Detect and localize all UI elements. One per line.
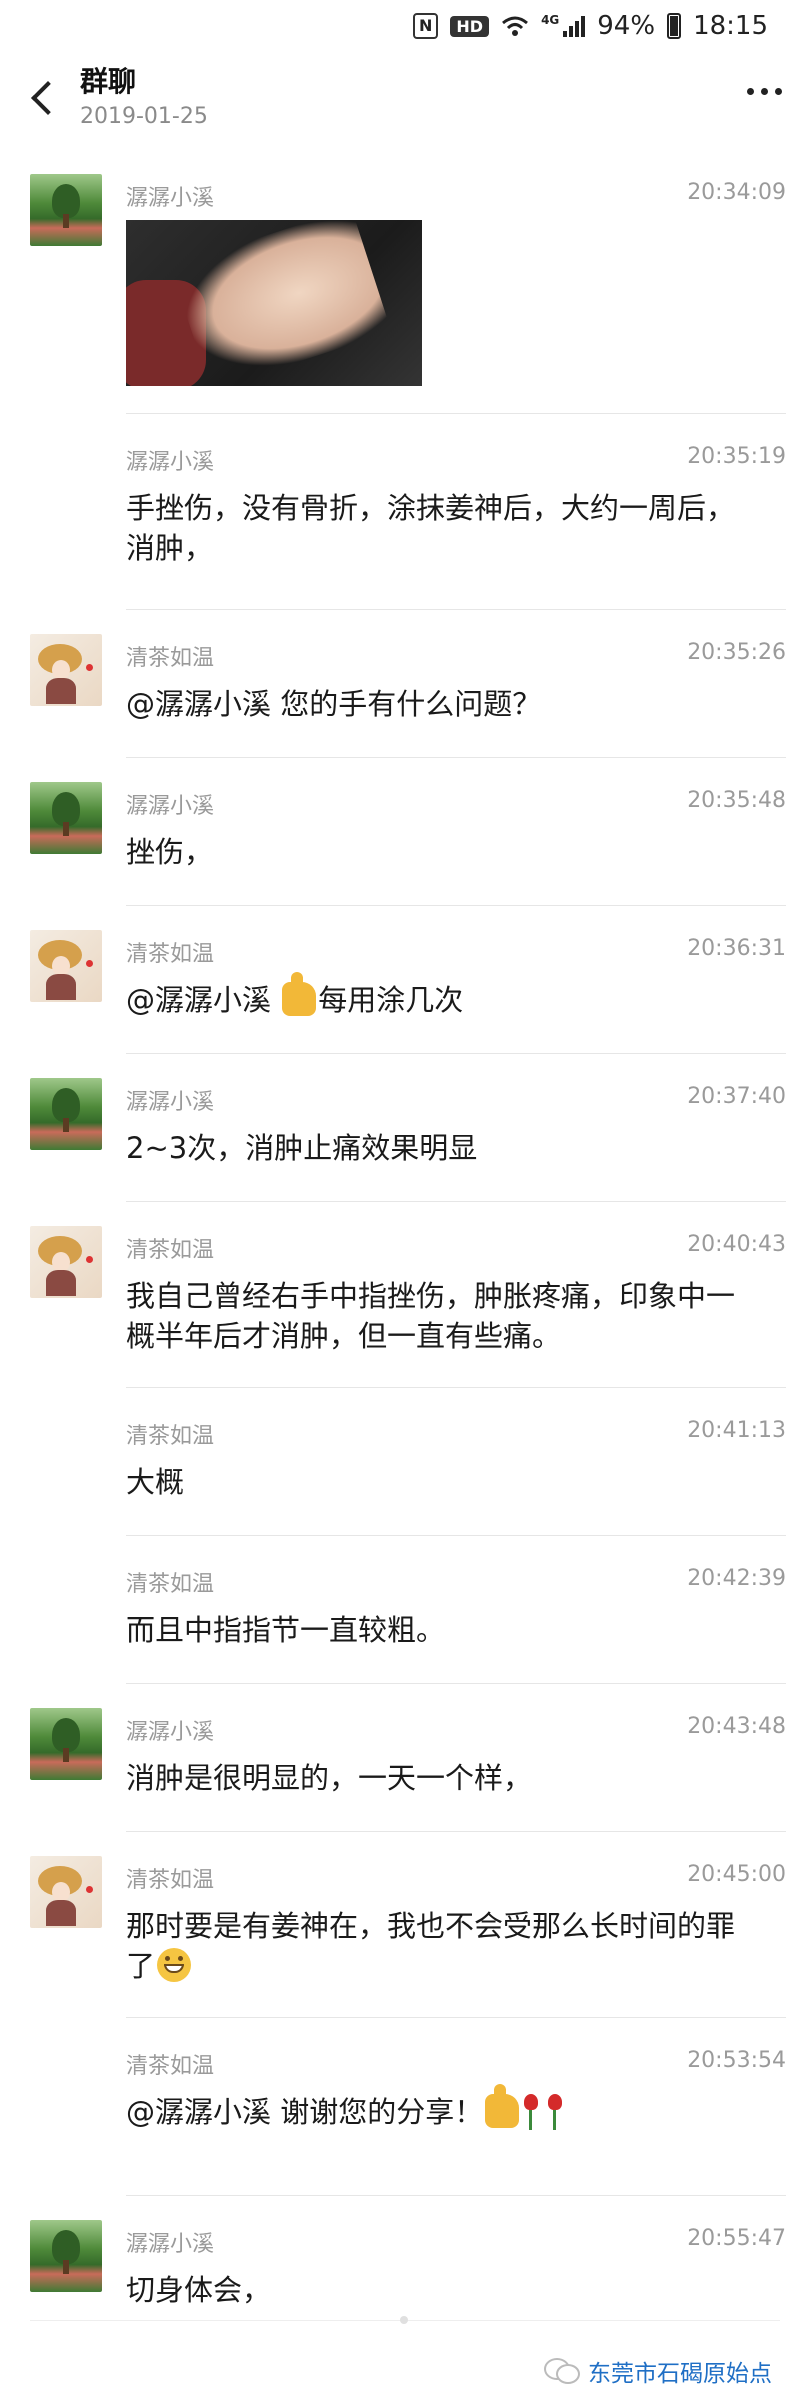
- thumbs-up-icon: [485, 2084, 520, 2128]
- back-arrow-icon[interactable]: [24, 78, 64, 122]
- avatar[interactable]: [30, 1078, 102, 1150]
- message-item: 清茶如温 20:42:39 而且中指指节一直较粗。: [0, 1536, 810, 1684]
- message-text: @潺潺小溪 您的手有什么问题？: [126, 687, 542, 721]
- sender-name: 清茶如温: [126, 1572, 215, 1597]
- message-time: 20:35:26: [687, 640, 786, 665]
- message-text-body: 那时要是有姜神在，我也不会受那么长时间的罪了: [126, 1909, 736, 1983]
- avatar[interactable]: [30, 1226, 102, 1298]
- grin-emoji-icon: [157, 1948, 192, 1982]
- message-time: 20:55:47: [687, 2226, 786, 2251]
- page-indicator: [400, 2316, 408, 2324]
- avatar[interactable]: [30, 1856, 102, 1928]
- sender-name: 清茶如温: [126, 2054, 215, 2079]
- message-text-body: @潺潺小溪 谢谢您的分享！: [126, 2095, 484, 2129]
- signal-icon: [563, 15, 586, 37]
- message-time: 20:37:40: [687, 1084, 786, 1109]
- avatar[interactable]: [30, 634, 102, 706]
- message-item: 清茶如温 20:36:31 @潺潺小溪 每用涂几次: [0, 906, 810, 1054]
- status-bar: N HD 4G 94% 18:15: [0, 0, 810, 52]
- sender-name: 潺潺小溪: [126, 2232, 215, 2257]
- sender-name: 潺潺小溪: [126, 186, 215, 211]
- message-time: 20:35:48: [687, 788, 786, 813]
- message-time: 20:45:00: [687, 1862, 786, 1887]
- avatar[interactable]: [30, 174, 102, 246]
- wifi-icon: [502, 16, 529, 36]
- message-text: 切身体会，: [126, 2273, 272, 2307]
- message-text: @潺潺小溪 谢谢您的分享！: [126, 2084, 748, 2132]
- message-text: 大概: [126, 1465, 185, 1499]
- message-text: 我自己曾经右手中指挫伤，肿胀疼痛，印象中一概半年后才消肿，但一直有些痛。: [126, 1279, 736, 1353]
- sender-name: 潺潺小溪: [126, 450, 215, 475]
- message-photo[interactable]: [126, 220, 422, 386]
- message-time: 20:42:39: [687, 1566, 786, 1591]
- message-text: 挫伤，: [126, 835, 214, 869]
- battery-percent: 94%: [597, 11, 656, 41]
- sender-name: 清茶如温: [126, 942, 215, 967]
- message-text: 2~3次，消肿止痛效果明显: [126, 1131, 478, 1165]
- message-item: 清茶如温 20:45:00 那时要是有姜神在，我也不会受那么长时间的罪了: [0, 1832, 810, 2018]
- mention-text: @潺潺小溪: [126, 983, 281, 1017]
- avatar[interactable]: [30, 1708, 102, 1780]
- chat-date: 2019-01-25: [80, 104, 208, 129]
- message-time: 20:40:43: [687, 1232, 786, 1257]
- more-options-icon[interactable]: [747, 88, 782, 95]
- sender-name: 潺潺小溪: [126, 1720, 215, 1745]
- watermark-text: 东莞市石碣原始点: [588, 2361, 772, 2387]
- chat-header: 群聊 2019-01-25: [0, 52, 810, 148]
- message-item: 潺潺小溪 20:37:40 2~3次，消肿止痛效果明显: [0, 1054, 810, 1202]
- message-item: 潺潺小溪 20:43:48 消肿是很明显的，一天一个样，: [0, 1684, 810, 1832]
- battery-icon: [667, 13, 682, 39]
- sender-name: 清茶如温: [126, 1868, 215, 1893]
- message-item: 潺潺小溪 20:35:19 手挫伤，没有骨折，涂抹姜神后，大约一周后，消肿，: [0, 414, 810, 610]
- message-item: 清茶如温 20:35:26 @潺潺小溪 您的手有什么问题？: [0, 610, 810, 758]
- message-text: 消肿是很明显的，一天一个样，: [126, 1761, 533, 1795]
- message-time: 20:41:13: [687, 1418, 786, 1443]
- message-text: @潺潺小溪 每用涂几次: [126, 972, 748, 1020]
- message-item: 清茶如温 20:53:54 @潺潺小溪 谢谢您的分享！: [0, 2018, 810, 2196]
- message-time: 20:36:31: [687, 936, 786, 961]
- message-time: 20:53:54: [687, 2048, 786, 2073]
- message-item: 潺潺小溪 20:35:48 挫伤，: [0, 758, 810, 906]
- message-time: 20:34:09: [687, 180, 786, 205]
- thumbs-up-icon: [282, 972, 317, 1016]
- chat-title: 群聊: [80, 65, 137, 98]
- footer: 东莞市石碣原始点: [0, 2316, 810, 2403]
- message-text: 而且中指指节一直较粗。: [126, 1613, 446, 1647]
- message-time: 20:43:48: [687, 1714, 786, 1739]
- message-item: 清茶如温 20:41:13 大概: [0, 1388, 810, 1536]
- clock: 18:15: [693, 11, 768, 41]
- message-list: 潺潺小溪 20:34:09 潺潺小溪 20:35:19 手挫伤，没有骨折，涂抹姜…: [0, 150, 810, 2344]
- sender-name: 潺潺小溪: [126, 794, 215, 819]
- message-item: 潺潺小溪 20:34:09: [0, 150, 810, 414]
- message-text: 那时要是有姜神在，我也不会受那么长时间的罪了: [126, 1906, 748, 1986]
- network-type: 4G: [541, 13, 560, 27]
- hd-voice-icon: HD: [450, 15, 490, 37]
- sender-name: 清茶如温: [126, 1238, 215, 1263]
- wechat-icon: [544, 2356, 580, 2384]
- sender-name: 清茶如温: [126, 646, 215, 671]
- message-text-tail: 每用涂几次: [318, 983, 464, 1017]
- sender-name: 清茶如温: [126, 1424, 215, 1449]
- avatar[interactable]: [30, 930, 102, 1002]
- avatar[interactable]: [30, 2220, 102, 2292]
- message-item: 清茶如温 20:40:43 我自己曾经右手中指挫伤，肿胀疼痛，印象中一概半年后才…: [0, 1202, 810, 1388]
- sender-name: 潺潺小溪: [126, 1090, 215, 1115]
- rose-icon: [523, 2094, 543, 2130]
- avatar[interactable]: [30, 782, 102, 854]
- message-text: 手挫伤，没有骨折，涂抹姜神后，大约一周后，消肿，: [126, 491, 736, 565]
- message-time: 20:35:19: [687, 444, 786, 469]
- nfc-icon: N: [413, 13, 439, 39]
- rose-icon: [547, 2094, 567, 2130]
